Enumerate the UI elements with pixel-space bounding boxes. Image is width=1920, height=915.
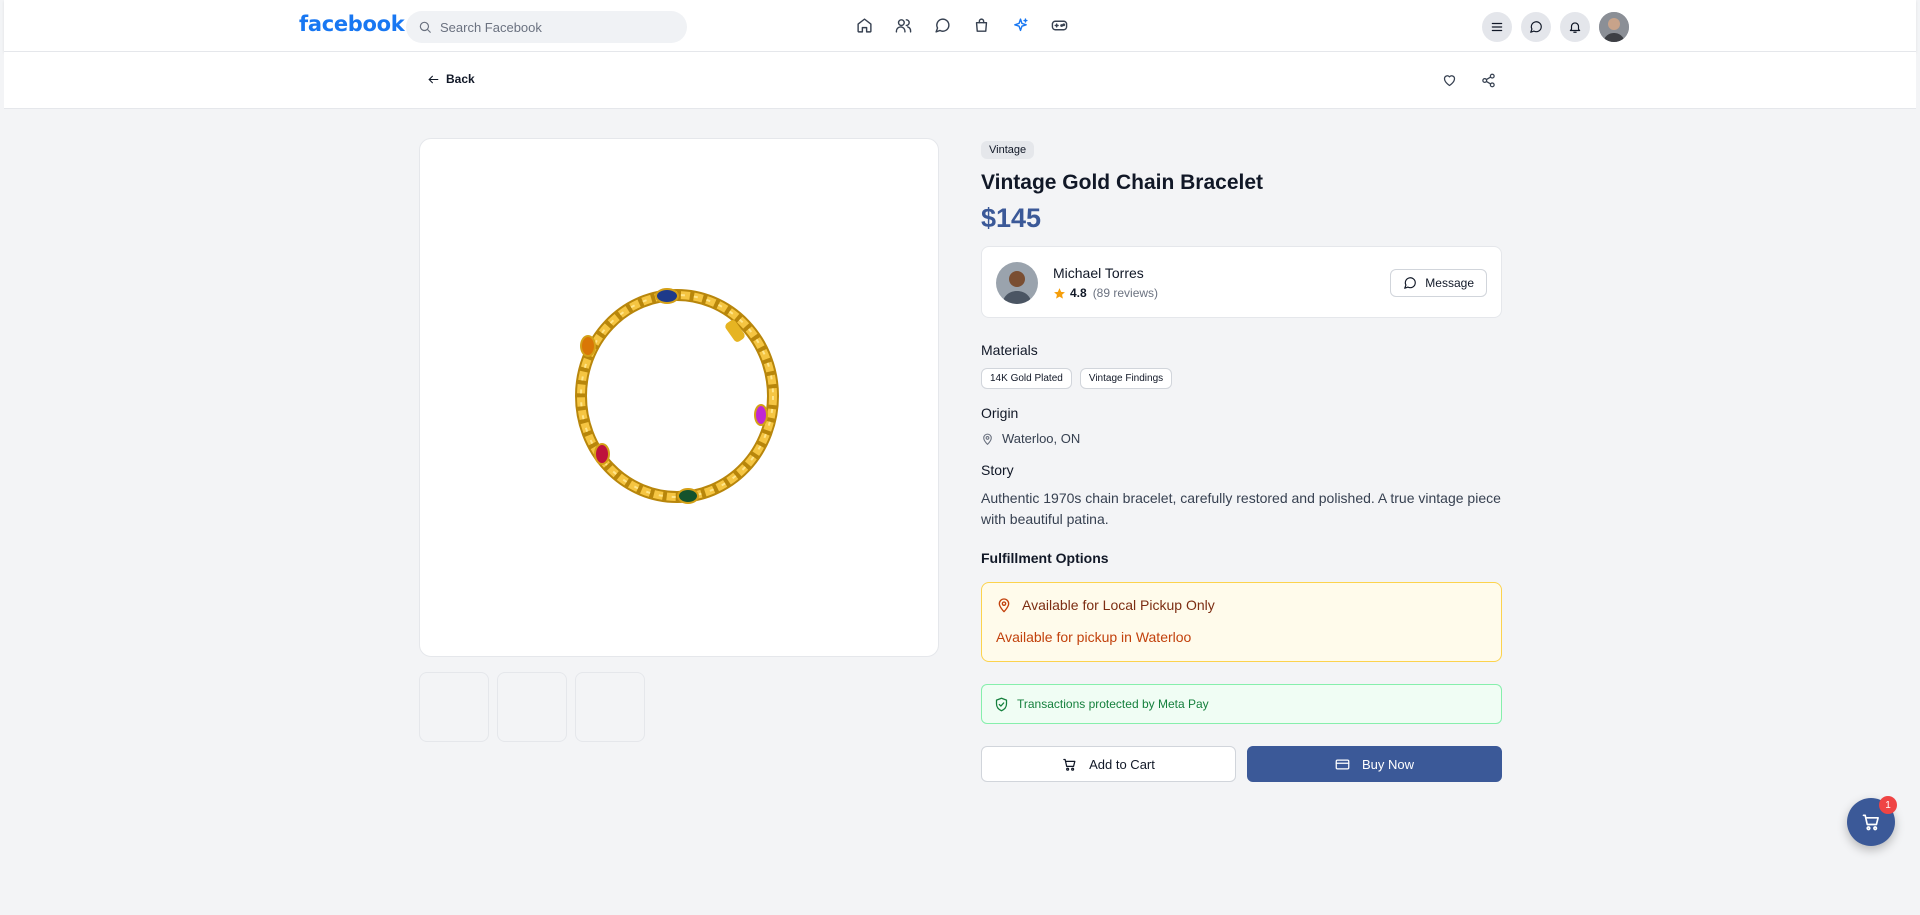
friends-icon[interactable] — [894, 16, 913, 35]
buy-now-button[interactable]: Buy Now — [1247, 746, 1502, 782]
seller-name[interactable]: Michael Torres — [1053, 265, 1144, 281]
materials-heading: Materials — [981, 342, 1038, 358]
materials-list: 14K Gold Plated Vintage Findings — [981, 368, 1502, 389]
arrow-left-icon — [427, 73, 440, 86]
seller-card: Michael Torres 4.8 (89 reviews) Message — [981, 246, 1502, 318]
floating-cart-button[interactable]: 1 — [1847, 796, 1897, 846]
search-icon — [418, 20, 432, 34]
thumbnail-strip — [419, 672, 645, 742]
product-image-card[interactable] — [419, 138, 939, 657]
product-price: $145 — [981, 203, 1042, 233]
thumbnail[interactable] — [419, 672, 489, 742]
message-label: Message — [1425, 276, 1474, 290]
cart-count-badge: 1 — [1879, 796, 1897, 814]
cart-icon — [1062, 757, 1077, 772]
star-icon — [1053, 287, 1066, 300]
seller-avatar[interactable] — [996, 262, 1038, 304]
search-bar[interactable] — [406, 11, 687, 43]
product-actions — [1441, 72, 1497, 89]
pickup-title: Available for Local Pickup Only — [1022, 597, 1215, 613]
facebook-logo[interactable]: facebook — [299, 12, 405, 36]
pickup-subtitle: Available for pickup in Waterloo — [996, 629, 1192, 645]
credit-card-icon — [1335, 757, 1350, 772]
purchase-actions: Add to Cart Buy Now — [981, 746, 1502, 782]
origin-row: Waterloo, ON — [981, 431, 1502, 446]
cart-icon — [1861, 812, 1881, 832]
origin-heading: Origin — [981, 405, 1019, 421]
product-title: Vintage Gold Chain Bracelet — [981, 171, 1264, 194]
story-text: Authentic 1970s chain bracelet, carefull… — [981, 490, 1501, 527]
protection-text: Transactions protected by Meta Pay — [1017, 697, 1209, 711]
profile-avatar[interactable] — [1599, 12, 1629, 42]
material-chip: Vintage Findings — [1079, 368, 1173, 389]
sparkle-icon[interactable] — [1011, 16, 1030, 35]
search-input[interactable] — [440, 19, 660, 35]
add-to-cart-button[interactable]: Add to Cart — [981, 746, 1236, 782]
marketplace-icon[interactable] — [972, 16, 991, 35]
back-button[interactable]: Back — [427, 72, 475, 86]
thumbnail[interactable] — [497, 672, 567, 742]
bell-icon[interactable] — [1560, 12, 1590, 42]
main-nav-icons — [855, 16, 1069, 35]
add-to-cart-label: Add to Cart — [1089, 756, 1155, 772]
product-details: Vintage Vintage Gold Chain Bracelet $145… — [981, 140, 1502, 782]
rating-score: 4.8 — [1070, 286, 1087, 300]
bracelet-image — [575, 287, 779, 504]
home-icon[interactable] — [855, 16, 874, 35]
message-button[interactable]: Message — [1390, 269, 1487, 297]
right-nav-actions — [1482, 12, 1629, 42]
review-count[interactable]: (89 reviews) — [1093, 286, 1158, 300]
share-icon[interactable] — [1480, 72, 1497, 89]
buy-now-label: Buy Now — [1361, 756, 1415, 772]
product-subheader: Back — [4, 52, 1916, 109]
seller-rating: 4.8 (89 reviews) — [1053, 286, 1158, 300]
gaming-icon[interactable] — [1050, 16, 1069, 35]
category-badge: Vintage — [981, 141, 1035, 159]
map-pin-icon — [981, 432, 994, 446]
heart-icon[interactable] — [1441, 72, 1458, 89]
fulfillment-heading: Fulfillment Options — [981, 550, 1109, 566]
messenger-icon[interactable] — [933, 16, 952, 35]
map-pin-icon — [996, 597, 1012, 613]
messenger-icon[interactable] — [1521, 12, 1551, 42]
pickup-notice: Available for Local Pickup Only Availabl… — [981, 582, 1502, 662]
story-heading: Story — [981, 462, 1014, 478]
material-chip: 14K Gold Plated — [981, 368, 1072, 389]
back-label: Back — [446, 72, 475, 86]
payment-protection-banner: Transactions protected by Meta Pay — [981, 684, 1502, 724]
top-navbar: facebook — [4, 0, 1916, 52]
thumbnail[interactable] — [575, 672, 645, 742]
pickup-title-row: Available for Local Pickup Only — [996, 597, 1215, 613]
shield-check-icon — [994, 697, 1009, 712]
chat-icon — [1403, 276, 1417, 290]
origin-location: Waterloo, ON — [1002, 431, 1081, 446]
menu-icon[interactable] — [1482, 12, 1512, 42]
